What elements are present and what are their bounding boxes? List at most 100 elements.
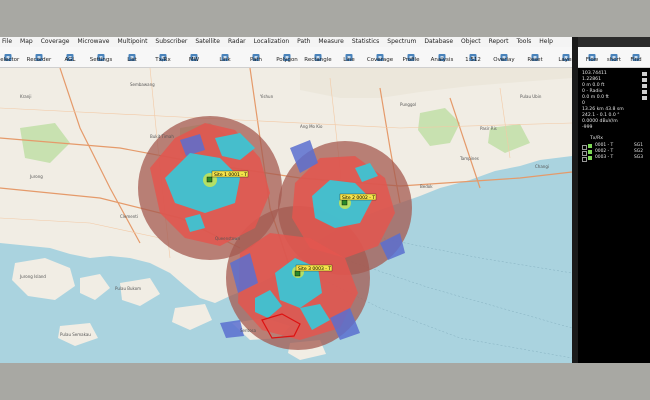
menu-database[interactable]: Database xyxy=(424,37,453,47)
info-action-icon[interactable] xyxy=(642,84,647,88)
app-window: File Map Coverage Microwave Multipoint Subscr… xyxy=(0,37,650,363)
layer-color-swatch xyxy=(588,156,592,160)
path-icon xyxy=(251,47,261,61)
place-label: Sembawang xyxy=(130,82,155,87)
info-action-icon[interactable] xyxy=(642,90,647,94)
place-label: Pulau Ubin xyxy=(520,94,542,99)
menu-satellite[interactable]: Satellite xyxy=(195,37,220,47)
menu-statistics[interactable]: Statistics xyxy=(352,37,379,47)
info-action-icon[interactable] xyxy=(642,72,647,76)
menu-path[interactable]: Path xyxy=(297,37,310,47)
map-canvas[interactable]: Site 1 0001 - T Site 2 0002 - T Site 3 0… xyxy=(0,68,572,363)
place-label: Pulau Bukom xyxy=(115,286,141,291)
toolbar-label: Tx/Rx xyxy=(155,57,171,63)
site-label-2: Site 2 0002 - T xyxy=(342,195,375,201)
rectangle-icon xyxy=(313,47,323,61)
place-label: Pasir Ris xyxy=(480,126,497,131)
toolbar-label: Rectangle xyxy=(304,57,332,63)
menu-microwave[interactable]: Microwave xyxy=(77,37,109,47)
cursor-icon xyxy=(3,47,13,61)
toolbar-label: Flow xyxy=(585,57,599,63)
menu-tools[interactable]: Tools xyxy=(516,37,531,47)
menu-map[interactable]: Map xyxy=(20,37,33,47)
island-shape xyxy=(80,274,110,300)
menu-radar[interactable]: Radar xyxy=(228,37,246,47)
toolbar-label: Find xyxy=(630,57,642,63)
analysis-icon xyxy=(437,47,447,61)
toolbar-label: 1:512 xyxy=(465,57,481,63)
layer-color-swatch xyxy=(588,150,592,154)
right-panel: Flow short Find 103.74411 1.22861 0 m 0.0 ft… xyxy=(578,37,650,363)
info-readout: 0 xyxy=(582,101,585,106)
place-label: Bukit Timah xyxy=(150,134,174,139)
info-readout: 1.22861 xyxy=(582,77,601,82)
island-shape xyxy=(120,278,160,306)
place-label: Tampines xyxy=(459,156,479,161)
layer-checkbox[interactable] xyxy=(582,157,587,162)
place-label: Clementi xyxy=(120,214,138,219)
coverage-icon xyxy=(375,47,385,61)
toolbar-find-button[interactable]: Find xyxy=(625,47,647,64)
scale-icon xyxy=(468,47,478,61)
toolbar-flow-button[interactable]: Flow xyxy=(581,47,603,64)
info-readout: 0 - Radio xyxy=(582,89,603,94)
info-readout: 0.0000 dBuV/m xyxy=(582,119,618,124)
place-label: Jurong xyxy=(29,174,43,179)
place-label: Ang Mo Kio xyxy=(300,124,323,129)
agl-icon xyxy=(65,47,75,61)
menu-file[interactable]: File xyxy=(2,37,12,47)
menu-measure[interactable]: Measure xyxy=(318,37,344,47)
info-readout: 103.74411 xyxy=(582,71,607,76)
menu-subscriber[interactable]: Subscriber xyxy=(155,37,187,47)
toolbar-label: Selector xyxy=(0,57,20,63)
layer-name: 0003 - T xyxy=(595,155,614,160)
right-toolbar: Flow short Find xyxy=(578,47,650,68)
toolbar-label: Link xyxy=(219,57,231,63)
toolbar-label: List xyxy=(127,57,137,63)
layer-group: SG1 xyxy=(634,143,643,148)
info-readout: -999 xyxy=(582,125,593,130)
tower-icon xyxy=(158,47,168,61)
site-label-3: Site 3 0003 - T xyxy=(298,266,331,272)
place-label: Yishun xyxy=(259,94,274,99)
menu-spectrum[interactable]: Spectrum xyxy=(387,37,416,47)
layer-icon xyxy=(561,47,571,61)
map-svg[interactable]: Site 1 0001 - T Site 2 0002 - T Site 3 0… xyxy=(0,68,572,363)
find-icon xyxy=(631,47,641,61)
info-readout: 13.26 km 43.8 sm xyxy=(582,107,624,112)
layers-header: Tx/Rx xyxy=(590,136,603,141)
toolbar-short-button[interactable]: short xyxy=(603,47,625,64)
info-action-icon[interactable] xyxy=(642,78,647,82)
link-icon xyxy=(220,47,230,61)
menu-localization[interactable]: Localization xyxy=(254,37,290,47)
layer-color-swatch xyxy=(588,144,592,148)
toolbar-label: Polygon xyxy=(276,57,298,63)
info-readout: 0.0 m 0.0 ft xyxy=(582,95,609,100)
info-readout: 0 m 0.0 ft xyxy=(582,83,605,88)
toolbar-label: Line xyxy=(343,57,355,63)
toolbar-label: Settings xyxy=(89,57,113,63)
menu-help[interactable]: Help xyxy=(539,37,553,47)
layer-row[interactable]: 0003 - T SG3 xyxy=(582,155,646,162)
polygon-icon xyxy=(282,47,292,61)
toolbar-label: AGL xyxy=(64,57,76,63)
info-panel: 103.74411 1.22861 0 m 0.0 ft 0 - Radio 0.0 m… xyxy=(578,68,650,363)
menu-coverage[interactable]: Coverage xyxy=(41,37,70,47)
layer-group: SG2 xyxy=(634,149,643,154)
record-icon xyxy=(34,47,44,61)
place-label: Queenstown xyxy=(215,236,241,241)
toolbar-label: Reset xyxy=(527,57,543,63)
overlay-icon xyxy=(499,47,509,61)
island-shape xyxy=(172,304,212,330)
toolbar-label: Analysis xyxy=(430,57,454,63)
settings-icon xyxy=(96,47,106,61)
menu-multipoint[interactable]: Multipoint xyxy=(117,37,147,47)
info-action-icon[interactable] xyxy=(642,96,647,100)
toolbar-label: Recorder xyxy=(26,57,52,63)
jurong-island xyxy=(12,258,75,300)
place-label: Pulau Semakau xyxy=(60,332,91,337)
menu-object[interactable]: Object xyxy=(461,37,481,47)
toolbar-label: Coverage xyxy=(366,57,394,63)
flow-icon xyxy=(587,47,597,61)
menu-report[interactable]: Report xyxy=(489,37,509,47)
